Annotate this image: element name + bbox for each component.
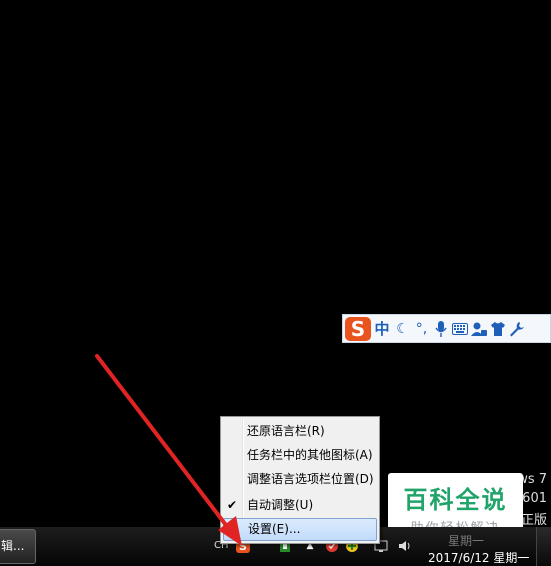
show-desktop-button[interactable] <box>536 527 551 566</box>
clock-weekday[interactable]: 星期一 <box>448 532 484 549</box>
menu-item-auto-adjust[interactable]: ✔ 自动调整(U) <box>223 494 377 517</box>
menu-item-label: 自动调整(U) <box>247 498 314 512</box>
watermark-title: 百科全说 <box>403 486 508 514</box>
clock-date[interactable]: 2017/6/12 星期一 <box>428 549 529 566</box>
menu-item-label: 任务栏中的其他图标(A) <box>247 448 373 462</box>
menu-item-adjust-language-band-position[interactable]: 调整语言选项栏位置(D) <box>223 468 377 491</box>
input-mode-button[interactable]: 中 <box>371 317 393 341</box>
sogou-logo-icon[interactable]: S <box>345 316 371 341</box>
windows-genuine-text: 正版 <box>520 513 547 528</box>
user-icon[interactable] <box>469 317 488 341</box>
menu-item-restore-language-bar[interactable]: 还原语言栏(R) <box>223 420 377 443</box>
microphone-icon[interactable] <box>431 317 450 341</box>
language-bar-context-menu: 还原语言栏(R) 任务栏中的其他图标(A) 调整语言选项栏位置(D) ✔ 自动调… <box>220 416 380 544</box>
ime-toolbar: S 中 ☾ °, <box>342 314 551 343</box>
menu-item-additional-taskbar-icons[interactable]: 任务栏中的其他图标(A) <box>223 444 377 467</box>
windows-build-text: 601 <box>522 491 547 506</box>
menu-item-label: 调整语言选项栏位置(D) <box>247 472 374 486</box>
taskbar-window-button[interactable]: 辑... <box>0 529 36 564</box>
arrow-shaft <box>95 354 234 535</box>
skin-shirt-icon[interactable] <box>488 317 507 341</box>
menu-item-label: 还原语言栏(R) <box>247 424 325 438</box>
menu-item-label: 设置(E)... <box>248 522 301 536</box>
punctuation-icon[interactable]: °, <box>412 317 431 341</box>
checkmark-icon: ✔ <box>227 498 238 512</box>
volume-icon[interactable] <box>398 539 412 557</box>
wrench-icon[interactable] <box>507 317 526 341</box>
menu-item-settings[interactable]: 设置(E)... <box>223 518 377 541</box>
moon-icon[interactable]: ☾ <box>393 317 412 341</box>
keyboard-icon[interactable] <box>450 317 469 341</box>
